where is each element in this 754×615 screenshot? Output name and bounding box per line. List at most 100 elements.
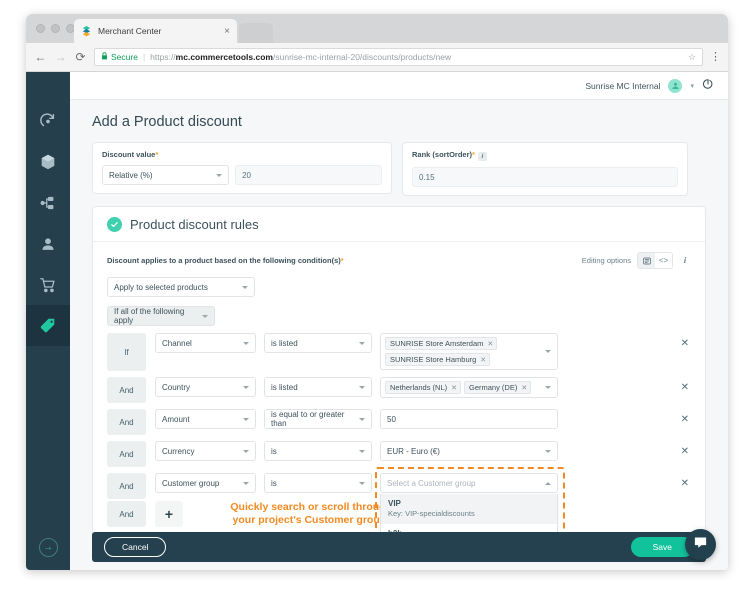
sidebar-item-orders[interactable]: [26, 264, 70, 305]
sidebar-expand-button[interactable]: →: [26, 532, 70, 562]
condition-field-select[interactable]: Amount: [155, 409, 256, 429]
chevron-down-icon: [243, 450, 249, 453]
required-mark: *: [341, 256, 344, 265]
close-tab-icon[interactable]: ×: [220, 26, 230, 37]
sidebar-item-categories[interactable]: [26, 182, 70, 223]
condition-operator-select[interactable]: is: [264, 441, 372, 461]
condition-operator-value: is equal to or greater than: [271, 410, 359, 428]
main-content: Add a Product discount Discount value* R…: [70, 100, 728, 570]
remove-condition-button[interactable]: ✕: [673, 377, 691, 393]
remove-tag-icon[interactable]: ✕: [451, 384, 457, 392]
browser-tab[interactable]: Merchant Center ×: [74, 19, 237, 43]
new-tab-button[interactable]: [239, 23, 273, 43]
logic-operator-select[interactable]: If all of the following apply: [107, 306, 215, 326]
rank-value: 0.15: [419, 173, 435, 182]
condition-row: And Customer group is: [107, 473, 691, 499]
remove-condition-button[interactable]: ✕: [673, 473, 691, 489]
remove-condition-button[interactable]: ✕: [673, 441, 691, 457]
condition-currency-value: EUR - Euro (€): [387, 447, 440, 456]
sidebar-item-customers[interactable]: [26, 223, 70, 264]
value-tag[interactable]: SUNRISE Store Amsterdam ✕: [385, 337, 497, 350]
customer-group-search-input[interactable]: Select a Customer group: [380, 473, 558, 493]
sidebar-item-dashboard[interactable]: [26, 100, 70, 141]
forward-icon[interactable]: →: [54, 50, 67, 64]
value-tag-label: Germany (DE): [469, 383, 517, 392]
discount-fields-panel: Discount value* Relative (%) 20: [92, 142, 706, 198]
avatar[interactable]: [668, 79, 682, 93]
window-controls[interactable]: [36, 24, 75, 33]
cancel-button[interactable]: Cancel: [104, 537, 166, 557]
minimize-window-button[interactable]: [51, 24, 60, 33]
remove-tag-icon[interactable]: ✕: [480, 356, 486, 364]
discount-type-select[interactable]: Relative (%): [102, 165, 229, 185]
condition-operator-select[interactable]: is listed: [264, 333, 372, 353]
code-view-button[interactable]: <>: [655, 253, 672, 268]
value-tag[interactable]: SUNRISE Store Hamburg ✕: [385, 353, 490, 366]
chevron-down-icon: [242, 286, 248, 289]
logic-operator-value: If all of the following apply: [114, 307, 202, 325]
chevron-down-icon: [243, 418, 249, 421]
value-tag[interactable]: Netherlands (NL) ✕: [385, 381, 461, 394]
discount-type-value: Relative (%): [109, 171, 153, 180]
condition-value-tags[interactable]: Netherlands (NL) ✕ Germany (DE) ✕: [380, 377, 558, 398]
box-icon: [39, 153, 57, 171]
condition-field-select[interactable]: Country: [155, 377, 256, 397]
apply-target-value: Apply to selected products: [114, 283, 208, 292]
condition-row: And Currency is EUR - Euro (€): [107, 441, 691, 467]
value-tag[interactable]: Germany (DE) ✕: [464, 381, 531, 394]
form-view-button[interactable]: [638, 253, 655, 268]
add-condition-button[interactable]: +: [155, 501, 183, 527]
chevron-down-icon: [545, 450, 551, 453]
browser-menu-icon[interactable]: ⋮: [710, 55, 720, 59]
app-header: Sunrise MC Internal ▾: [26, 72, 728, 100]
remove-condition-button[interactable]: ✕: [673, 409, 691, 425]
condition-field-select[interactable]: Customer group: [155, 473, 256, 493]
chevron-down-icon: [359, 482, 365, 485]
info-icon[interactable]: i: [478, 152, 487, 161]
remove-tag-icon[interactable]: ✕: [521, 384, 527, 392]
condition-operator-select[interactable]: is equal to or greater than: [264, 409, 372, 429]
back-icon[interactable]: ←: [34, 50, 47, 64]
condition-field-value: Customer group: [162, 479, 219, 488]
close-window-button[interactable]: [36, 24, 45, 33]
condition-field-value: Channel: [162, 339, 192, 348]
address-bar[interactable]: Secure | https:// mc.commercetools.com /…: [94, 48, 703, 66]
condition-operator-select[interactable]: is listed: [264, 377, 372, 397]
remove-condition-button[interactable]: ✕: [673, 333, 691, 349]
secure-label: Secure: [111, 52, 138, 62]
info-icon[interactable]: i: [679, 254, 691, 268]
logout-icon[interactable]: [702, 78, 714, 93]
sidebar-item-products[interactable]: [26, 141, 70, 182]
sidebar-item-discounts[interactable]: [26, 305, 70, 346]
editing-mode-toggle[interactable]: <>: [637, 252, 673, 269]
condition-operator-select[interactable]: is: [264, 473, 372, 493]
condition-label-text: Discount applies to a product based on t…: [107, 256, 341, 265]
dropdown-option-key: Key: VIP-specialdiscounts: [388, 509, 550, 518]
chevron-down-icon: [359, 418, 365, 421]
rank-input[interactable]: 0.15: [412, 167, 678, 187]
condition-conjunction: And: [107, 473, 146, 499]
condition-currency-select[interactable]: EUR - Euro (€): [380, 441, 558, 461]
condition-field-select[interactable]: Currency: [155, 441, 256, 461]
header-account-area: Sunrise MC Internal ▾: [585, 78, 728, 93]
chevron-down-icon[interactable]: ▾: [690, 82, 694, 90]
browser-window: Merchant Center × ← → ⟳ Secure | https:/…: [26, 14, 728, 570]
discount-amount-input[interactable]: 20: [235, 165, 382, 185]
chat-widget-button[interactable]: [685, 529, 716, 560]
annotation-line-1: Quickly search or scroll through: [199, 501, 392, 514]
editing-options-label: Editing options: [582, 256, 631, 265]
reload-icon[interactable]: ⟳: [74, 50, 87, 64]
condition-field-value: Country: [162, 383, 190, 392]
bookmark-star-icon[interactable]: ☆: [688, 52, 696, 63]
condition-value-tags[interactable]: SUNRISE Store Amsterdam ✕ SUNRISE Store …: [380, 333, 558, 370]
chevron-up-icon: [545, 482, 551, 485]
remove-tag-icon[interactable]: ✕: [487, 340, 493, 348]
condition-value-input[interactable]: 50: [380, 409, 558, 429]
url-scheme: https://: [150, 52, 176, 62]
condition-field-select[interactable]: Channel: [155, 333, 256, 353]
commercetools-favicon-icon: [81, 26, 92, 37]
required-mark: *: [155, 150, 158, 159]
apply-target-select[interactable]: Apply to selected products: [107, 277, 255, 297]
arrow-right-icon: →: [39, 538, 58, 557]
dropdown-option[interactable]: VIP Key: VIP-specialdiscounts: [381, 494, 557, 524]
